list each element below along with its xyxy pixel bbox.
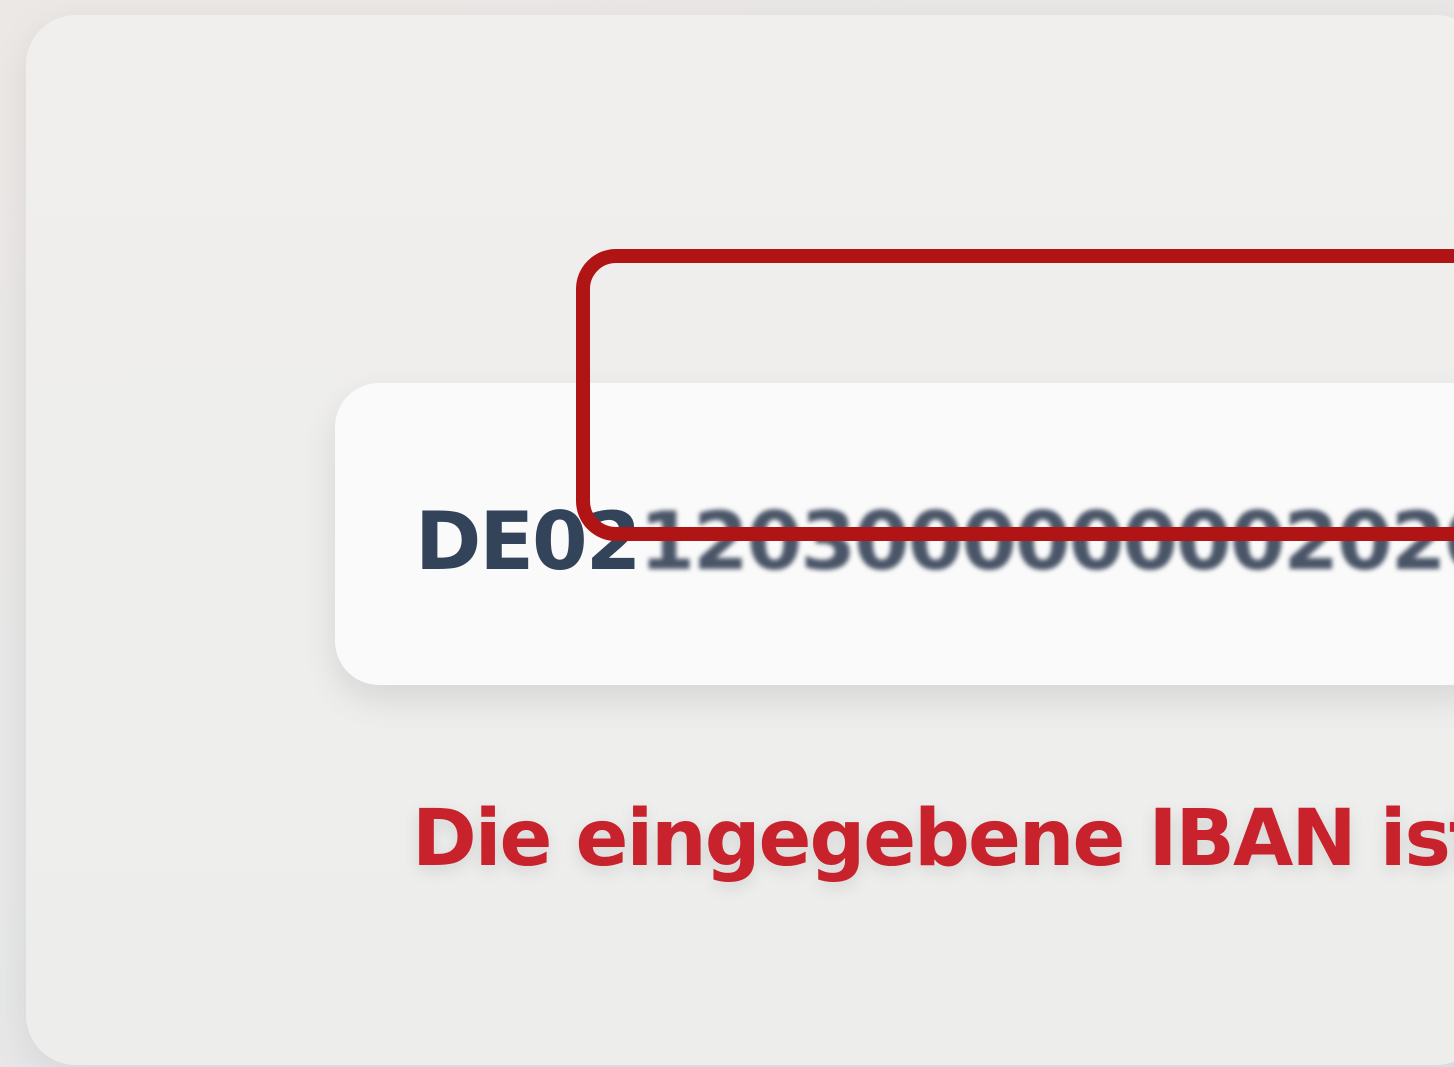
iban-prefix: DE02 — [415, 495, 641, 588]
iban-input[interactable]: DE02120300000000202051 — [335, 383, 1454, 685]
iban-error-message: Die eingegebene IBAN ist — [412, 794, 1454, 884]
iban-rest-blurred: 120300000000202051 — [639, 495, 1454, 588]
iban-value: DE02120300000000202051 — [415, 495, 1454, 588]
